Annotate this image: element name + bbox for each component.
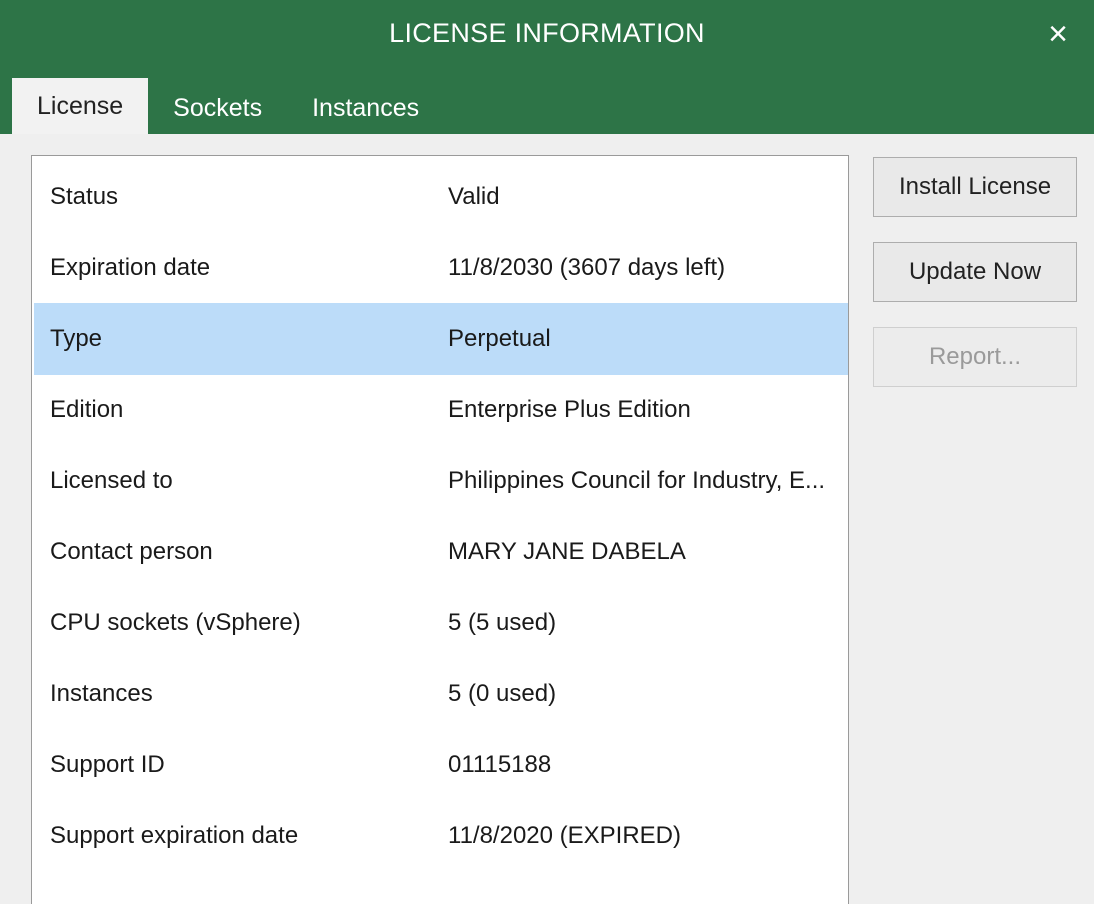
row-value: 11/8/2030 (3607 days left)	[448, 254, 726, 281]
close-icon[interactable]: ×	[1036, 12, 1080, 56]
row-value: MARY JANE DABELA	[448, 538, 686, 565]
row-label: Edition	[50, 396, 124, 423]
list-row-status[interactable]: Status Valid	[34, 161, 848, 233]
list-row-instances[interactable]: Instances 5 (0 used)	[34, 658, 848, 730]
list-row-type[interactable]: Type Perpetual	[34, 303, 848, 375]
list-row-support-expiration-date[interactable]: Support expiration date 11/8/2020 (EXPIR…	[34, 800, 848, 872]
row-label: Expiration date	[50, 254, 211, 281]
row-label: Status	[50, 183, 119, 210]
row-label: Licensed to	[50, 467, 173, 494]
tab-bar: License Sockets Instances	[0, 76, 444, 134]
row-value: Philippines Council for Industry, E...	[448, 467, 826, 494]
list-row-edition[interactable]: Edition Enterprise Plus Edition	[34, 374, 848, 446]
row-value: Valid	[448, 183, 500, 210]
row-value: Perpetual	[448, 325, 551, 352]
license-properties-list: Status Valid Expiration date 11/8/2030 (…	[31, 155, 849, 904]
row-value: 11/8/2020 (EXPIRED)	[448, 822, 682, 849]
row-label: Contact person	[50, 538, 213, 565]
row-label: Instances	[50, 680, 153, 707]
tab-license[interactable]: License	[12, 78, 149, 134]
row-label: CPU sockets (vSphere)	[50, 609, 301, 636]
tab-sockets[interactable]: Sockets	[148, 82, 287, 134]
list-row-support-id[interactable]: Support ID 01115188	[34, 729, 848, 801]
list-row-contact-person[interactable]: Contact person MARY JANE DABELA	[34, 516, 848, 588]
row-label: Type	[50, 325, 103, 352]
list-row-cpu-sockets[interactable]: CPU sockets (vSphere) 5 (5 used)	[34, 587, 848, 659]
list-row-licensed-to[interactable]: Licensed to Philippines Council for Indu…	[34, 445, 848, 517]
title-bar: LICENSE INFORMATION × License Sockets In…	[0, 0, 1094, 134]
row-value: Enterprise Plus Edition	[448, 396, 691, 423]
window-title: LICENSE INFORMATION	[389, 18, 705, 48]
install-license-button[interactable]: Install License	[873, 157, 1077, 217]
update-now-button[interactable]: Update Now	[873, 242, 1077, 302]
license-information-dialog: LICENSE INFORMATION × License Sockets In…	[0, 0, 1094, 904]
row-label: Support expiration date	[50, 822, 299, 849]
list-row-expiration-date[interactable]: Expiration date 11/8/2030 (3607 days lef…	[34, 232, 848, 304]
row-label: Support ID	[50, 751, 165, 778]
row-value: 5 (5 used)	[448, 609, 557, 636]
row-value: 5 (0 used)	[448, 680, 557, 707]
row-value: 01115188	[448, 751, 552, 778]
report-button: Report...	[873, 327, 1077, 387]
tab-instances[interactable]: Instances	[287, 82, 444, 134]
